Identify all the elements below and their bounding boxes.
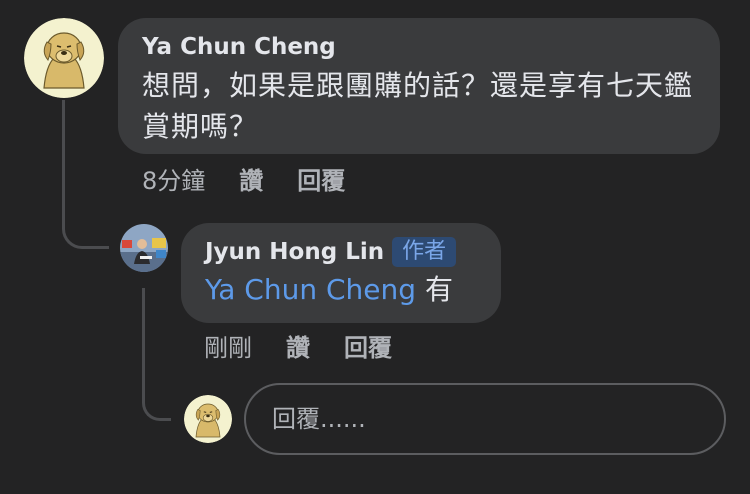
reply-input[interactable] bbox=[270, 404, 700, 434]
comment-thread: Ya Chun Cheng 想問，如果是跟團購的話？還是享有七天鑑賞期嗎？ 8分… bbox=[0, 0, 750, 494]
comment-timestamp[interactable]: 8分鐘 bbox=[142, 166, 205, 196]
dog-avatar-icon bbox=[184, 395, 232, 443]
user-photo-avatar-icon[interactable] bbox=[120, 224, 168, 272]
reply-compose-box[interactable] bbox=[244, 383, 726, 455]
comment-actions: 8分鐘 讚 回覆 bbox=[142, 166, 379, 196]
like-button[interactable]: 讚 bbox=[239, 166, 263, 196]
author-badge: 作者 bbox=[392, 237, 457, 267]
reply-actions: 剛剛 讚 回覆 bbox=[204, 333, 426, 363]
like-button[interactable]: 讚 bbox=[286, 333, 310, 363]
comment-author[interactable]: Ya Chun Cheng bbox=[142, 32, 696, 62]
mention-link[interactable]: Ya Chun Cheng bbox=[205, 273, 416, 306]
reply-connector-line bbox=[142, 288, 171, 421]
reply-author-row: Jyun Hong Lin 作者 bbox=[205, 237, 477, 267]
comment-text: 想問，如果是跟團購的話？還是享有七天鑑賞期嗎？ bbox=[142, 69, 694, 143]
thread-connector-line bbox=[62, 100, 109, 249]
dog-avatar-icon[interactable] bbox=[24, 18, 104, 98]
comment-bubble: Ya Chun Cheng 想問，如果是跟團購的話？還是享有七天鑑賞期嗎？ bbox=[118, 18, 720, 154]
reply-bubble: Jyun Hong Lin 作者 Ya Chun Cheng 有 bbox=[181, 223, 501, 323]
reply-timestamp[interactable]: 剛剛 bbox=[204, 333, 252, 363]
reply-text: Ya Chun Cheng 有 bbox=[205, 271, 477, 309]
reply-body: 有 bbox=[424, 273, 453, 306]
reply-author[interactable]: Jyun Hong Lin bbox=[205, 237, 384, 267]
reply-button[interactable]: 回覆 bbox=[297, 166, 345, 196]
reply-button[interactable]: 回覆 bbox=[344, 333, 392, 363]
